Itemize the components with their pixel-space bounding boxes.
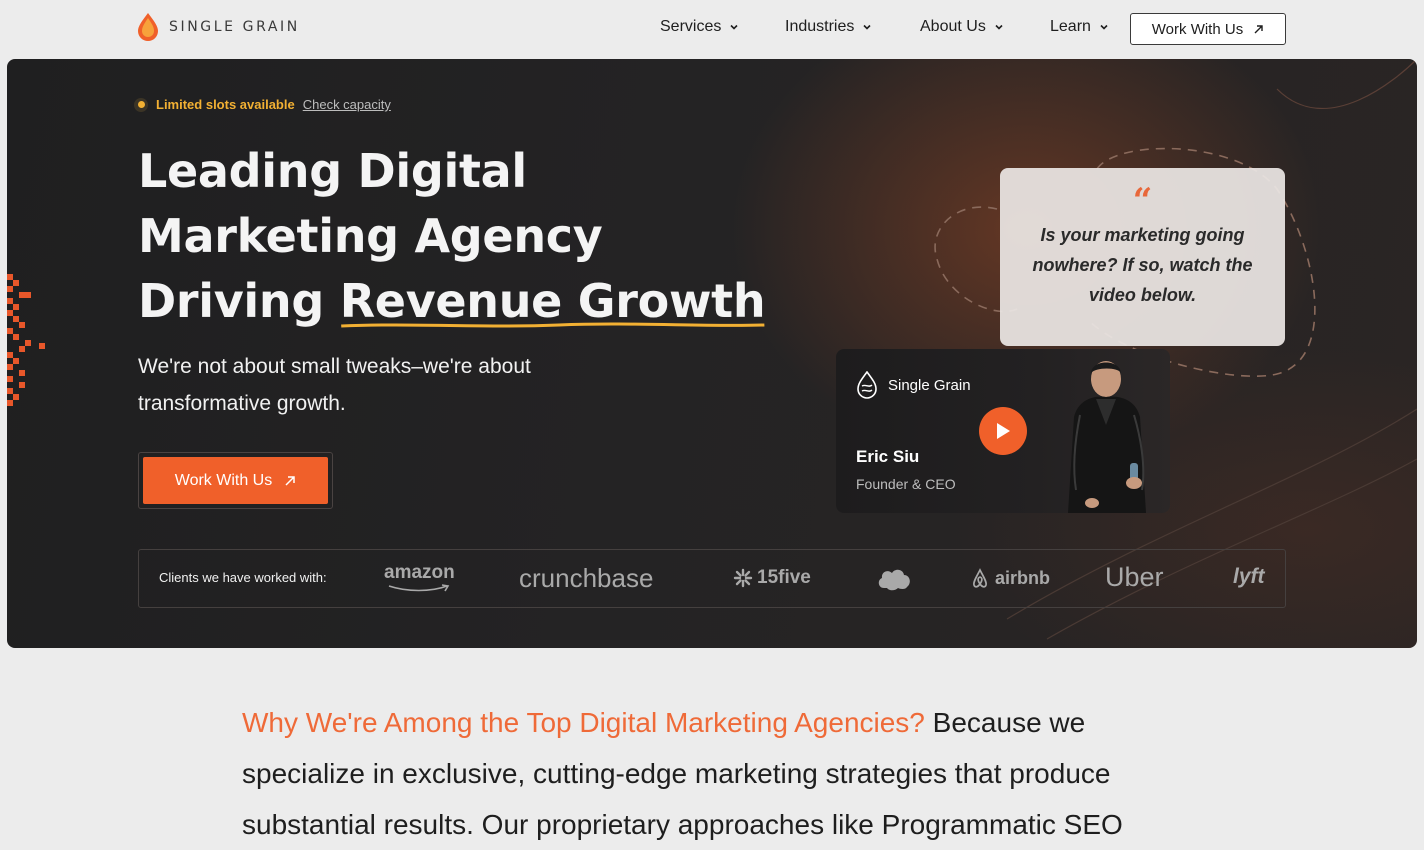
client-logo-crunchbase: crunchbase bbox=[519, 563, 653, 594]
hero-cta-label: Work With Us bbox=[174, 471, 273, 489]
headline-line-3: Driving Revenue Growth bbox=[138, 269, 766, 334]
hero-subtitle: We're not about small tweaks–we're about… bbox=[138, 355, 531, 415]
chevron-down-icon bbox=[863, 24, 871, 30]
nav-about-us-label: About Us bbox=[920, 18, 986, 35]
clients-bar: Clients we have worked with: amazon crun… bbox=[138, 549, 1286, 608]
availability-pill: Limited slots available Check capacity bbox=[134, 97, 391, 112]
nav-services-label: Services bbox=[660, 18, 722, 35]
top-nav: SINGLE GRAIN Services Industries About U… bbox=[0, 0, 1424, 58]
client-amazon-text: amazon bbox=[384, 562, 455, 583]
airbnb-belo-icon bbox=[973, 568, 987, 588]
nav-industries-label: Industries bbox=[785, 18, 855, 35]
client-lyft-text: lyft bbox=[1233, 565, 1265, 588]
hero-headline: Leading Digital Marketing Agency Driving… bbox=[138, 139, 766, 334]
headline-line-2: Marketing Agency bbox=[138, 209, 603, 263]
speaker-role: Founder & CEO bbox=[856, 476, 956, 492]
logo-text: SINGLE GRAIN bbox=[169, 19, 300, 35]
single-grain-logo-icon bbox=[857, 371, 877, 399]
hero-section: Limited slots available Check capacity L… bbox=[7, 59, 1417, 648]
video-card[interactable]: Single Grain Eric Siu Founder & CEO bbox=[836, 349, 1170, 513]
logo-drop-icon bbox=[138, 13, 158, 41]
nav-services[interactable]: Services bbox=[660, 18, 739, 36]
client-logo-amazon: amazon bbox=[384, 562, 455, 584]
hero-cta-wrapper: Work With Us bbox=[138, 452, 333, 509]
intro-paragraph: Why We're Among the Top Digital Marketin… bbox=[242, 697, 1202, 850]
play-button[interactable] bbox=[979, 407, 1027, 455]
site-logo[interactable]: SINGLE GRAIN bbox=[137, 12, 300, 42]
client-logo-uber: Uber bbox=[1105, 562, 1164, 593]
quote-text: Is your marketing going nowhere? If so, … bbox=[1032, 225, 1253, 305]
video-brand: Single Grain bbox=[856, 371, 971, 399]
headline-line-3-plain: Driving bbox=[138, 274, 340, 328]
clients-label: Clients we have worked with: bbox=[159, 570, 327, 585]
headline-highlight: Revenue Growth bbox=[340, 274, 766, 328]
client-logo-lyft: lyft bbox=[1233, 565, 1265, 589]
15five-burst-icon bbox=[733, 568, 753, 588]
client-logo-airbnb: airbnb bbox=[969, 567, 1050, 589]
arrow-up-right-icon bbox=[1254, 24, 1263, 33]
client-uber-text: Uber bbox=[1105, 562, 1164, 592]
chevron-down-icon bbox=[730, 24, 738, 30]
nav-learn[interactable]: Learn bbox=[1050, 18, 1109, 36]
arrow-up-right-icon bbox=[285, 475, 295, 486]
amazon-smile-icon bbox=[388, 584, 450, 592]
nav-work-with-us-button[interactable]: Work With Us bbox=[1130, 13, 1286, 45]
intro-heading: Why We're Among the Top Digital Marketin… bbox=[242, 707, 925, 738]
quote-mark-icon: “ bbox=[1132, 181, 1153, 221]
headline-line-1: Leading Digital bbox=[138, 144, 527, 198]
client-crunchbase-text: crunchbase bbox=[519, 563, 654, 593]
quote-card: “ Is your marketing going nowhere? If so… bbox=[1000, 168, 1285, 346]
salesforce-cloud-icon bbox=[878, 569, 910, 591]
client-15five-text: 15five bbox=[757, 567, 811, 588]
status-dot-icon bbox=[134, 97, 148, 112]
nav-learn-label: Learn bbox=[1050, 18, 1091, 35]
nav-about-us[interactable]: About Us bbox=[920, 18, 1004, 36]
chevron-down-icon bbox=[995, 24, 1003, 30]
video-brand-name: Single Grain bbox=[888, 376, 971, 394]
nav-industries[interactable]: Industries bbox=[785, 18, 872, 36]
hero-work-with-us-button[interactable]: Work With Us bbox=[143, 457, 328, 504]
chevron-down-icon bbox=[1100, 24, 1108, 30]
nav-cta-label: Work With Us bbox=[1151, 20, 1244, 38]
play-icon bbox=[997, 423, 1010, 439]
client-logo-15five: 15five bbox=[733, 567, 811, 589]
underline-squiggle bbox=[340, 322, 765, 328]
speaker-name: Eric Siu bbox=[856, 447, 920, 466]
client-airbnb-text: airbnb bbox=[995, 567, 1051, 588]
availability-text: Limited slots available bbox=[156, 97, 295, 112]
speaker-photo bbox=[1068, 361, 1146, 513]
check-capacity-link[interactable]: Check capacity bbox=[303, 97, 391, 112]
